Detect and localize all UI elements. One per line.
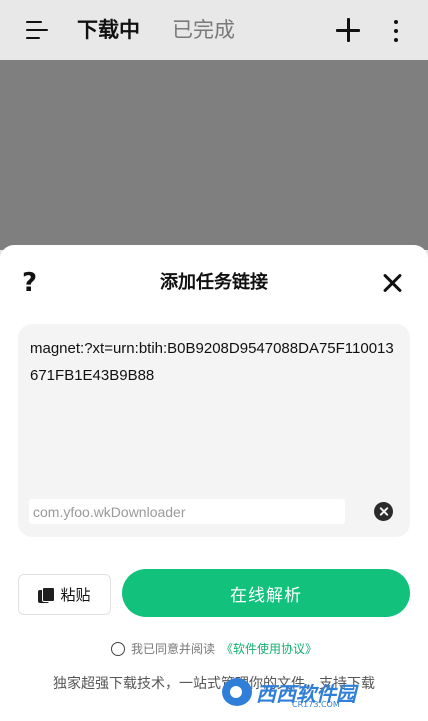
tab-completed[interactable]: 已完成 xyxy=(172,14,235,46)
add-task-icon[interactable] xyxy=(336,18,360,42)
add-task-dialog: ? 添加任务链接 magnet:?xt=urn:btih:B0B9208D954… xyxy=(0,245,428,721)
watermark-logo-icon xyxy=(222,678,252,706)
close-icon[interactable] xyxy=(382,273,402,293)
agreement-link[interactable]: 《软件使用协议》 xyxy=(221,640,317,657)
watermark-domain: CR173.COM xyxy=(292,700,340,709)
tab-downloading[interactable]: 下载中 xyxy=(77,14,140,46)
link-input[interactable]: magnet:?xt=urn:btih:B0B9208D9547088DA75F… xyxy=(30,336,402,389)
menu-icon[interactable] xyxy=(26,21,48,39)
more-options-icon[interactable] xyxy=(392,20,400,42)
package-name-field[interactable] xyxy=(29,499,345,524)
app-bar: 下载中 已完成 xyxy=(0,0,428,60)
agreement-text: 我已同意并阅读 xyxy=(130,642,215,656)
parse-online-button[interactable]: 在线解析 xyxy=(122,569,410,617)
paste-button-label: 粘贴 xyxy=(60,586,91,604)
agreement-row: 我已同意并阅读 《软件使用协议》 xyxy=(0,640,428,657)
paste-button[interactable]: 粘贴 xyxy=(18,574,111,615)
clear-icon[interactable] xyxy=(374,502,393,521)
watermark-logo: 西西软件园 CR173.COM xyxy=(222,677,406,709)
link-input-card[interactable]: magnet:?xt=urn:btih:B0B9208D9547088DA75F… xyxy=(18,324,410,537)
dimmed-overlay[interactable] xyxy=(0,60,428,250)
agreement-radio[interactable] xyxy=(110,641,125,656)
dialog-title: 添加任务链接 xyxy=(160,272,268,293)
copy-icon xyxy=(38,586,56,603)
